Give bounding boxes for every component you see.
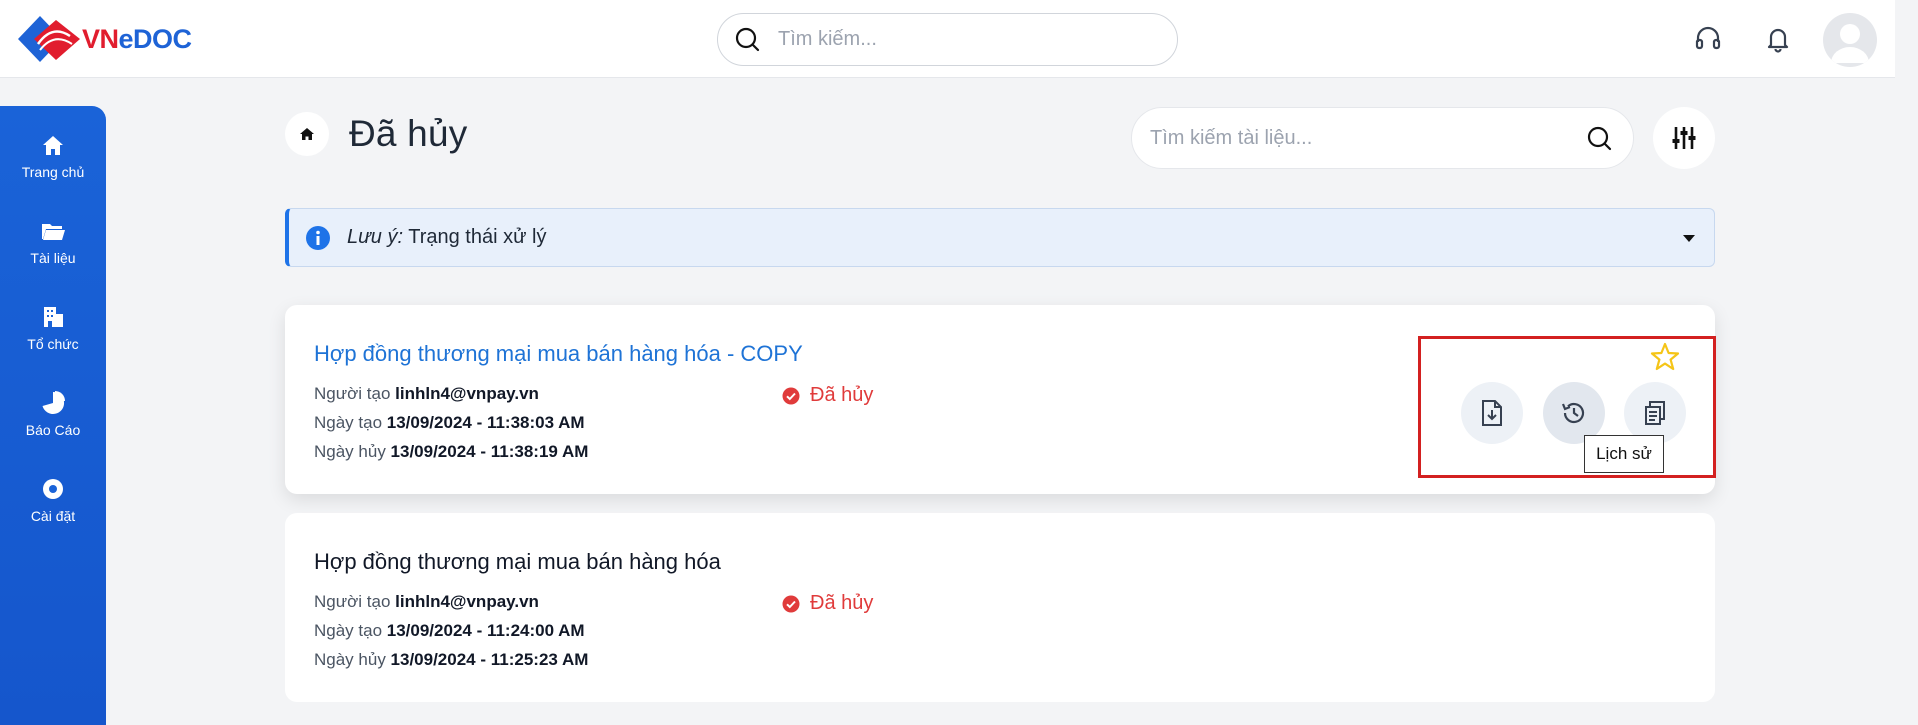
sidebar-item-label: Tài liệu [30,250,76,266]
meta-label: Ngày tạo [314,621,387,640]
document-cancelled-date: Ngày hủy 13/09/2024 - 11:38:19 AM [314,442,588,462]
document-created-date: Ngày tạo 13/09/2024 - 11:24:00 AM [314,621,585,641]
meta-value: 13/09/2024 - 11:38:03 AM [386,413,585,432]
home-icon [300,128,314,140]
download-button[interactable] [1461,382,1523,444]
processing-status-notice[interactable]: Lưu ý: Trạng thái xử lý [285,208,1715,267]
meta-value: 13/09/2024 - 11:25:23 AM [390,650,589,669]
logo-text-vn: VN [82,23,119,54]
sidebar: Trang chủ Tài liệu Tổ chức Báo Cáo Cài đ… [0,106,106,725]
global-search-box[interactable] [717,13,1178,66]
meta-label: Người tạo [314,384,396,403]
user-avatar[interactable] [1823,13,1877,67]
star-icon[interactable] [1650,342,1680,372]
vnedoc-logo[interactable]: VNeDOC [18,14,192,64]
notice-prefix: Lưu ý: [347,226,404,248]
status-text: Đã hủy [810,592,874,614]
status-badge: Đã hủy [782,384,873,407]
meta-label: Ngày hủy [314,650,391,669]
document-title-link[interactable]: Hợp đồng thương mại mua bán hàng hóa - C… [314,341,803,367]
logo-text-edoc: eDOC [118,23,193,54]
document-creator: Người tạo linhln4@vnpay.vn [314,384,539,404]
sidebar-item-documents[interactable]: Tài liệu [0,218,106,292]
notice-body: Trạng thái xử lý [403,226,547,248]
sidebar-item-organization[interactable]: Tổ chức [0,304,106,378]
sidebar-item-label: Trang chủ [21,164,85,180]
meta-label: Ngày hủy [314,442,391,461]
home-icon [43,136,63,155]
sidebar-item-home[interactable]: Trang chủ [0,132,106,206]
status-badge: Đã hủy [782,592,873,615]
document-creator: Người tạo linhln4@vnpay.vn [314,592,539,612]
caret-down-icon[interactable] [1682,233,1696,243]
sidebar-item-label: Báo Cáo [25,422,81,438]
sidebar-item-label: Cài đặt [30,508,76,524]
document-created-date: Ngày tạo 13/09/2024 - 11:38:03 AM [314,413,585,433]
global-search-input[interactable] [778,28,1138,51]
filter-button[interactable] [1653,107,1715,169]
folder-icon [42,224,65,240]
document-card: Hợp đồng thương mại mua bán hàng hóa Ngư… [285,513,1715,702]
sidebar-item-reports[interactable]: Báo Cáo [0,390,106,464]
page-title: Đã hủy [349,113,468,154]
search-icon[interactable] [1585,124,1615,154]
copy-icon [1645,401,1665,425]
meta-label: Người tạo [314,592,396,611]
search-icon [735,27,760,51]
meta-value: linhln4@vnpay.vn [395,592,539,611]
top-bar: VNeDOC [0,0,1895,78]
bell-icon[interactable] [1759,20,1797,58]
page-header: Đã hủy [285,112,467,156]
meta-value: linhln4@vnpay.vn [395,384,539,403]
document-title[interactable]: Hợp đồng thương mại mua bán hàng hóa [314,549,721,575]
sidebar-item-settings[interactable]: Cài đặt [0,476,106,550]
pie-chart-icon [42,391,65,414]
sidebar-item-label: Tổ chức [27,336,79,352]
meta-value: 13/09/2024 - 11:24:00 AM [386,621,585,640]
status-text: Đã hủy [810,384,874,406]
check-circle-icon [782,387,800,404]
check-circle-icon [782,595,800,612]
avatar-placeholder-icon [1831,24,1869,63]
gear-icon [43,479,63,499]
document-cancelled-date: Ngày hủy 13/09/2024 - 11:25:23 AM [314,650,588,670]
notice-text: Lưu ý: Trạng thái xử lý [347,226,547,249]
document-search-box[interactable] [1131,107,1634,169]
meta-label: Ngày tạo [314,413,387,432]
logo-mark-icon [18,16,80,62]
logo-text: VNeDOC [82,24,192,55]
file-download-icon [1482,400,1502,426]
sliders-icon [1672,127,1696,149]
meta-value: 13/09/2024 - 11:38:19 AM [390,442,589,461]
breadcrumb-home-button[interactable] [285,112,329,156]
document-search-input[interactable] [1150,126,1570,150]
info-icon [306,225,330,250]
history-tooltip: Lịch sử [1584,435,1664,473]
building-icon [44,307,63,327]
support-headset-icon[interactable] [1689,20,1727,58]
history-icon [1561,402,1585,424]
